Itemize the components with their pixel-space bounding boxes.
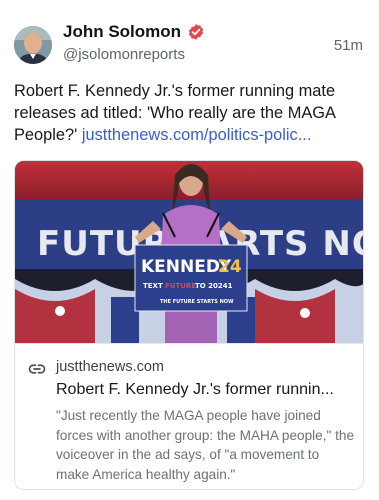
card-meta: justthenews.com Robert F. Kennedy Jr.'s …	[15, 343, 363, 489]
post-link[interactable]: justthenews.com/politics-polic...	[82, 126, 312, 144]
post[interactable]: John Solomon @jsolomonreports 51m Robert…	[0, 0, 379, 500]
podium-line2-b: FUTURE	[165, 282, 196, 290]
post-text: Robert F. Kennedy Jr.'s former running m…	[14, 80, 366, 146]
link-preview-card[interactable]: FUTURE ARTS NO	[14, 160, 364, 490]
card-image: FUTURE ARTS NO	[15, 161, 363, 343]
verified-badge-icon	[187, 23, 205, 41]
link-icon	[28, 360, 46, 378]
podium-line2-a: TEXT	[143, 282, 163, 290]
author-handle[interactable]: @jsolomonreports	[63, 46, 185, 63]
podium-line2-c: TO 20241	[195, 282, 233, 290]
avatar[interactable]	[14, 26, 52, 64]
card-description: "Just recently the MAGA people have join…	[56, 408, 355, 482]
podium-line3: THE FUTURE STARTS NOW	[160, 299, 234, 305]
author-name[interactable]: John Solomon	[63, 22, 205, 42]
card-title[interactable]: Robert F. Kennedy Jr.'s former runnin...	[56, 381, 356, 399]
author-name-text: John Solomon	[63, 22, 182, 41]
card-domain: justthenews.com	[56, 359, 164, 375]
podium-number: 24	[218, 257, 242, 277]
post-timestamp: 51m	[333, 37, 363, 54]
